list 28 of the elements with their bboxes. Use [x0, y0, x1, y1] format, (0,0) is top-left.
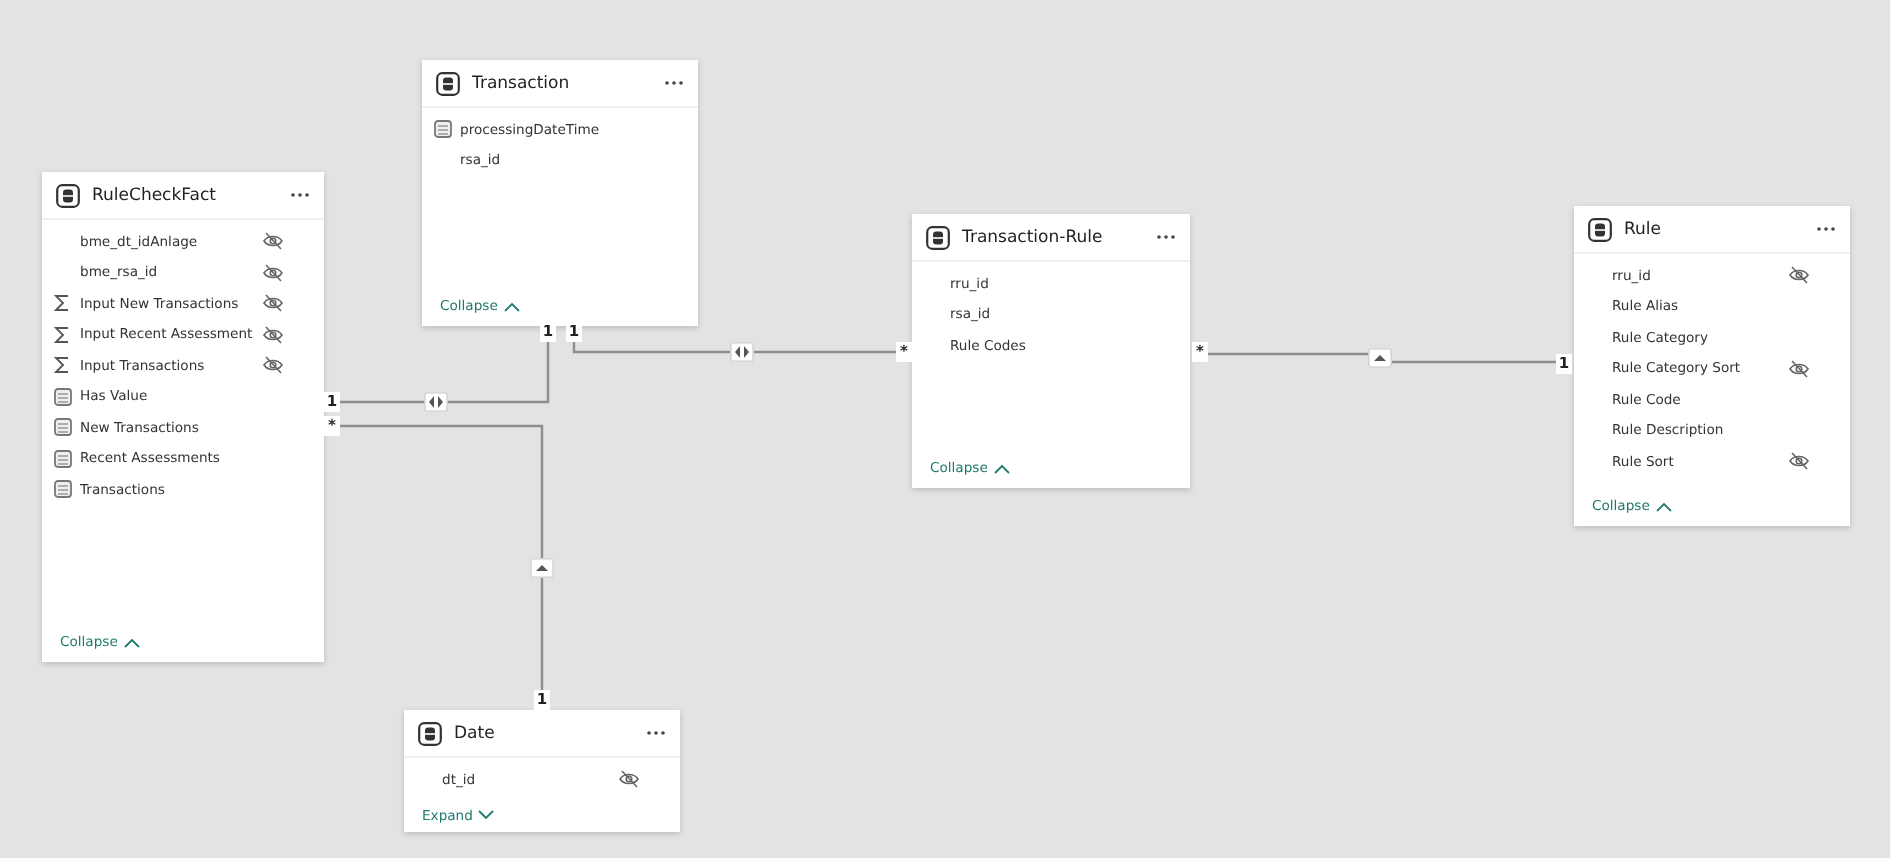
table-icon [418, 721, 442, 745]
connector-line[interactable] [754, 350, 896, 354]
more-options-icon [1156, 234, 1176, 240]
more-options-icon [290, 192, 310, 198]
connector-line[interactable] [540, 578, 544, 690]
connector-line[interactable] [340, 400, 424, 404]
table-title: Rule [1624, 219, 1664, 239]
more-options-icon [1816, 226, 1836, 232]
table-title: Transaction-Rule [962, 227, 1105, 247]
connector-line[interactable] [448, 342, 550, 404]
table-title: RuleCheckFact [92, 185, 218, 205]
table-icon [436, 71, 460, 95]
calculator-icon [54, 418, 72, 437]
table-icon [926, 225, 950, 249]
connector-line[interactable] [340, 424, 544, 558]
connector-line[interactable] [1208, 352, 1368, 356]
more-options-icon [646, 730, 666, 736]
connector-line[interactable] [1392, 360, 1556, 364]
connector-line[interactable] [572, 342, 730, 354]
calculator-icon [54, 449, 72, 468]
calculator-icon [54, 480, 72, 499]
table-title: Date [454, 723, 497, 743]
calculator-icon [54, 387, 72, 406]
table-icon [1588, 217, 1612, 241]
table-title: Transaction [472, 73, 572, 93]
more-options-icon [664, 80, 684, 86]
table-icon [56, 183, 80, 207]
calculator-icon [434, 120, 452, 139]
